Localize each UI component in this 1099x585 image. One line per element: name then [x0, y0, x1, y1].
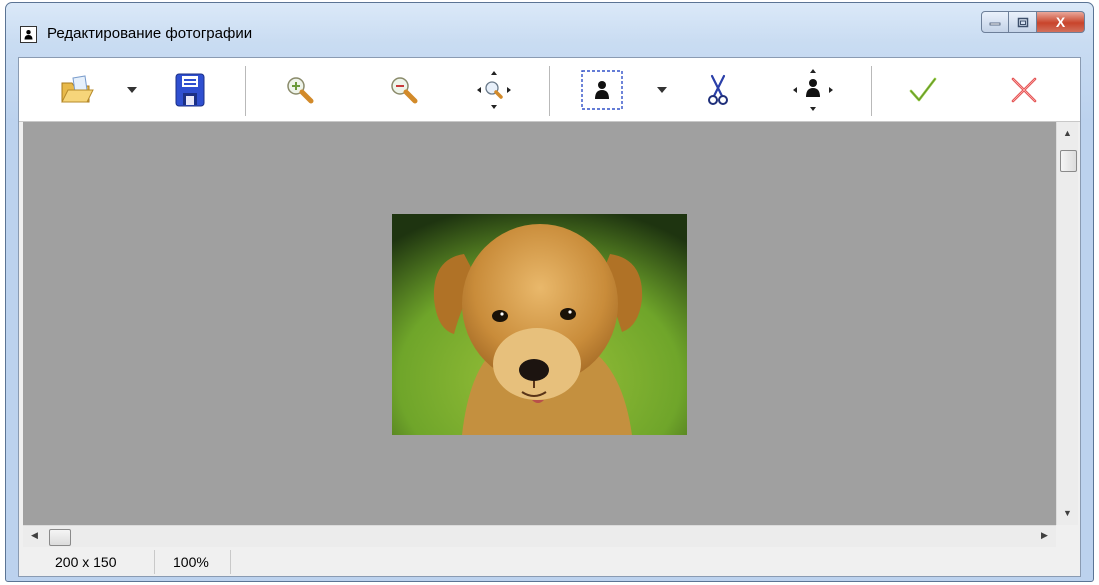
open-button[interactable]: [57, 72, 97, 108]
accept-button[interactable]: [903, 72, 943, 108]
cancel-button[interactable]: [1004, 72, 1044, 108]
client-area: ▲ ▼ ◀ ▶ 200 x 150 100%: [18, 57, 1081, 577]
selection-person-icon: [581, 70, 623, 110]
window-title: Редактирование фотографии: [47, 25, 253, 42]
minimize-icon: [989, 22, 1001, 26]
scroll-up-arrow-icon[interactable]: ▲: [1063, 128, 1072, 138]
close-button[interactable]: X: [1037, 11, 1085, 33]
zoom-out-button[interactable]: [384, 72, 424, 108]
toolbar-separator: [549, 66, 550, 116]
title-bar[interactable]: Редактирование фотографии X: [6, 3, 1093, 57]
zoom-in-icon: [287, 77, 314, 104]
move-person-icon: [793, 69, 833, 111]
cross-icon: [1011, 77, 1037, 103]
photo-editor-window: Редактирование фотографии X ▲ ▼ ◀ ▶ 200 …: [5, 2, 1094, 582]
window-controls: X: [981, 11, 1085, 33]
check-icon: [909, 77, 937, 102]
scroll-left-arrow-icon[interactable]: ◀: [31, 530, 38, 541]
toolbar-separator: [871, 66, 872, 116]
status-zoom: 100%: [155, 550, 231, 574]
image-canvas[interactable]: [23, 122, 1056, 525]
floppy-disk-icon: [175, 73, 205, 107]
vertical-scroll-thumb[interactable]: [1060, 150, 1077, 172]
vertical-scrollbar[interactable]: ▲ ▼: [1056, 122, 1078, 525]
select-area-button[interactable]: [579, 70, 625, 110]
puppy-photo: [392, 214, 687, 435]
minimize-button[interactable]: [981, 11, 1009, 33]
toolbar-separator: [245, 66, 246, 116]
zoom-out-icon: [391, 77, 418, 104]
close-icon: X: [1055, 14, 1066, 30]
open-folder-icon: [61, 75, 94, 103]
scroll-down-arrow-icon[interactable]: ▼: [1063, 508, 1072, 518]
status-bar: 200 x 150 100%: [23, 550, 1078, 574]
zoom-in-button[interactable]: [280, 72, 320, 108]
save-button[interactable]: [172, 72, 208, 108]
app-person-icon: [20, 26, 37, 43]
toolbar: [19, 58, 1080, 122]
fit-zoom-button[interactable]: [474, 71, 514, 109]
scroll-right-arrow-icon[interactable]: ▶: [1041, 530, 1048, 541]
open-dropdown-button[interactable]: [123, 72, 141, 108]
chevron-down-icon: [657, 87, 667, 93]
horizontal-scrollbar[interactable]: ◀ ▶: [23, 525, 1056, 547]
crop-button[interactable]: [703, 72, 733, 108]
maximize-button[interactable]: [1009, 11, 1037, 33]
restore-icon: [1017, 17, 1028, 27]
move-button[interactable]: [791, 69, 835, 111]
scissors-icon: [708, 74, 728, 105]
chevron-down-icon: [127, 87, 137, 93]
status-dimensions: 200 x 150: [23, 550, 155, 574]
select-dropdown-button[interactable]: [653, 72, 671, 108]
horizontal-scroll-thumb[interactable]: [49, 529, 71, 546]
zoom-fit-icon: [477, 71, 511, 109]
